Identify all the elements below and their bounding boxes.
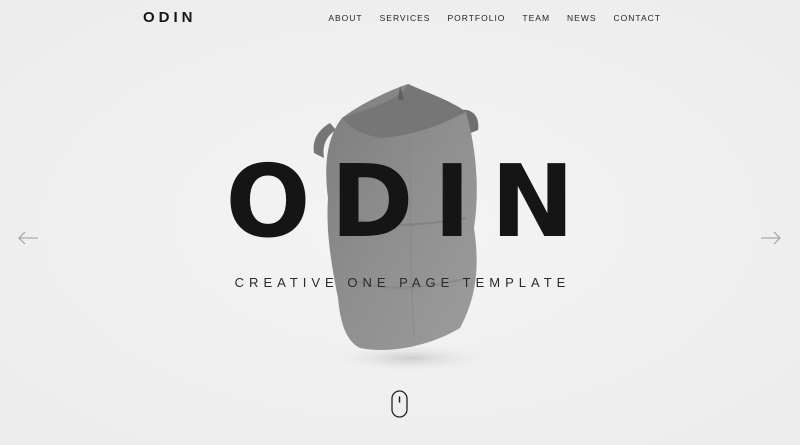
main-nav: ABOUT SERVICES PORTFOLIO TEAM NEWS CONTA… bbox=[328, 13, 661, 23]
nav-item-about[interactable]: ABOUT bbox=[328, 13, 362, 23]
mouse-scroll-icon bbox=[391, 390, 408, 418]
nav-item-portfolio[interactable]: PORTFOLIO bbox=[447, 13, 505, 23]
hero-section: ODIN ABOUT SERVICES PORTFOLIO TEAM NEWS … bbox=[0, 0, 800, 445]
nav-item-contact[interactable]: CONTACT bbox=[614, 13, 661, 23]
nav-item-team[interactable]: TEAM bbox=[522, 13, 550, 23]
nav-item-news[interactable]: NEWS bbox=[567, 13, 597, 23]
site-header: ODIN ABOUT SERVICES PORTFOLIO TEAM NEWS … bbox=[0, 0, 800, 38]
slider-next-button[interactable] bbox=[760, 228, 782, 248]
arrow-right-icon bbox=[761, 231, 781, 245]
hero-title: ODIN bbox=[225, 143, 595, 260]
scroll-down-button[interactable] bbox=[391, 390, 408, 418]
arrow-left-icon bbox=[18, 231, 38, 245]
site-logo[interactable]: ODIN bbox=[143, 9, 197, 26]
slider-prev-button[interactable] bbox=[17, 228, 39, 248]
nav-item-services[interactable]: SERVICES bbox=[380, 13, 431, 23]
hero-subtitle: CREATIVE ONE PAGE TEMPLATE bbox=[234, 275, 571, 290]
